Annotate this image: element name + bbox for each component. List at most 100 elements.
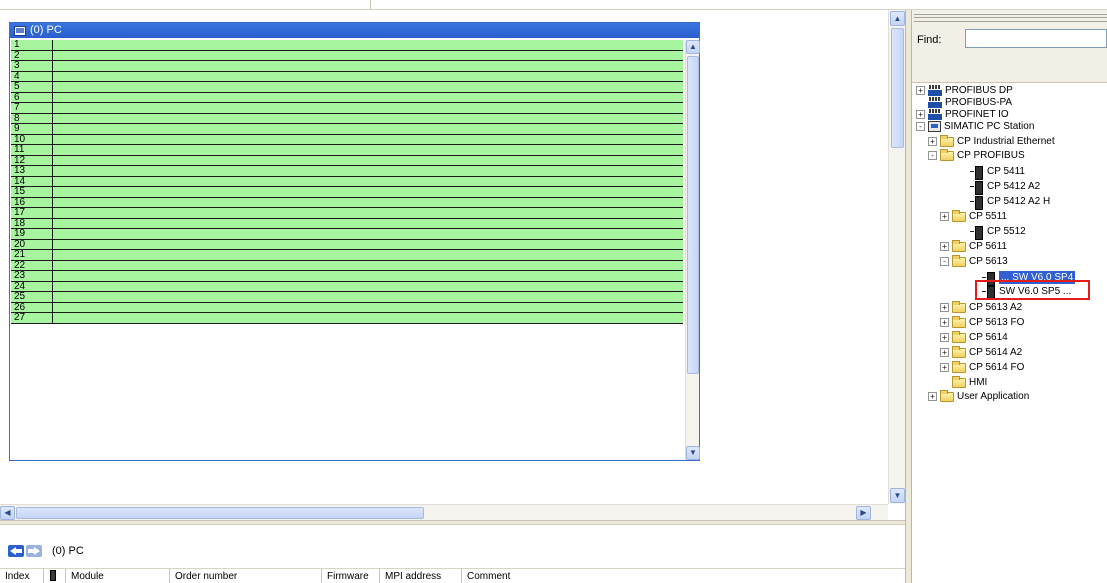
- expand-icon[interactable]: +: [916, 110, 925, 119]
- column-header-module[interactable]: Module: [66, 569, 170, 583]
- rack-slot-row[interactable]: 27: [11, 313, 683, 324]
- collapse-icon[interactable]: -: [928, 151, 937, 160]
- canvas-hscroll-thumb[interactable]: [16, 507, 424, 519]
- rack-slot-row[interactable]: 21: [11, 250, 683, 261]
- rack-slot-row[interactable]: 22: [11, 260, 683, 271]
- rack-slot-row[interactable]: 24: [11, 281, 683, 292]
- rack-slot-row[interactable]: 1: [11, 40, 683, 51]
- rack-slot-cell[interactable]: [53, 92, 683, 102]
- rack-slot-row[interactable]: 9: [11, 124, 683, 135]
- canvas-vertical-scrollbar[interactable]: ▲ ▼: [888, 10, 905, 504]
- catalog-tree-item[interactable]: + CP Industrial Ethernet: [928, 134, 1055, 148]
- canvas-vscroll-thumb[interactable]: [891, 28, 904, 148]
- station-window[interactable]: (0) PC 1 2 3 4 5 6 7 8 9 10 11 12 13 14 15 16 17 18 19 20 21…: [9, 22, 700, 461]
- collapse-icon[interactable]: -: [916, 122, 925, 131]
- catalog-tree-item[interactable]: + CP 5614: [940, 330, 1008, 344]
- catalog-tree-item[interactable]: + CP 5614 A2: [940, 345, 1022, 359]
- station-window-titlebar[interactable]: (0) PC: [10, 23, 699, 38]
- rack-slot-cell[interactable]: [53, 40, 683, 50]
- rack-slot-row[interactable]: 4: [11, 71, 683, 82]
- forward-arrow-icon[interactable]: [26, 545, 42, 557]
- rack-slot-row[interactable]: 20: [11, 239, 683, 250]
- rack-slot-cell[interactable]: [53, 124, 683, 134]
- catalog-tree[interactable]: + PROFIBUS DP PROFIBUS-PA + PROFINET IO - SIMA…: [912, 84, 1107, 583]
- catalog-tree-item[interactable]: - CP 5613: [940, 254, 1008, 268]
- expand-icon[interactable]: +: [940, 212, 949, 221]
- rack-scroll-thumb[interactable]: [687, 56, 699, 374]
- expand-icon[interactable]: +: [916, 86, 925, 95]
- catalog-tree-item[interactable]: + CP 5613 A2: [940, 300, 1022, 314]
- rack-slot-cell[interactable]: [53, 113, 683, 123]
- column-header-index[interactable]: Index: [0, 569, 44, 583]
- collapse-icon[interactable]: -: [940, 257, 949, 266]
- rack-slot-row[interactable]: 11: [11, 145, 683, 156]
- back-arrow-icon[interactable]: [8, 545, 24, 557]
- catalog-tree-item[interactable]: - SIMATIC PC Station: [916, 120, 1034, 133]
- rack-slot-cell[interactable]: [53, 302, 683, 312]
- scroll-up-icon[interactable]: ▲: [686, 40, 700, 54]
- rack-slot-row[interactable]: 16: [11, 197, 683, 208]
- rack-slot-row[interactable]: 19: [11, 229, 683, 240]
- rack-slot-cell[interactable]: [53, 229, 683, 239]
- rack-slot-cell[interactable]: [53, 176, 683, 186]
- rack-slot-cell[interactable]: [53, 250, 683, 260]
- rack-slot-cell[interactable]: [53, 61, 683, 71]
- expand-icon[interactable]: +: [940, 318, 949, 327]
- catalog-tree-item[interactable]: + CP 5614 FO: [940, 360, 1024, 374]
- catalog-tree-item[interactable]: + CP 5611: [940, 239, 1007, 253]
- expand-icon[interactable]: +: [928, 392, 937, 401]
- column-header-order-number[interactable]: Order number: [170, 569, 322, 583]
- station-canvas[interactable]: (0) PC 1 2 3 4 5 6 7 8 9 10 11 12 13 14 15 16 17 18 19 20 21…: [0, 10, 888, 504]
- catalog-tree-item[interactable]: + CP 5613 FO: [940, 315, 1024, 329]
- catalog-tree-item[interactable]: - CP PROFIBUS: [928, 148, 1025, 162]
- rack-slot-row[interactable]: 23: [11, 271, 683, 282]
- rack-slot-row[interactable]: 25: [11, 292, 683, 303]
- expand-icon[interactable]: +: [940, 242, 949, 251]
- rack-slot-row[interactable]: 5: [11, 82, 683, 93]
- rack-slot-row[interactable]: 2: [11, 50, 683, 61]
- catalog-tree-item[interactable]: + CP 5511: [940, 209, 1007, 223]
- rack-slot-cell[interactable]: [53, 218, 683, 228]
- expand-icon[interactable]: +: [940, 303, 949, 312]
- rack-slot-cell[interactable]: [53, 187, 683, 197]
- expand-icon[interactable]: +: [940, 333, 949, 342]
- canvas-horizontal-scrollbar[interactable]: ◀ ▶: [0, 504, 888, 520]
- catalog-tree-item[interactable]: CP 5412 A2: [958, 180, 1040, 195]
- rack-slot-cell[interactable]: [53, 313, 683, 323]
- rack-slot-row[interactable]: 8: [11, 113, 683, 124]
- column-header-comment[interactable]: Comment: [462, 569, 905, 583]
- rack-slot-cell[interactable]: [53, 166, 683, 176]
- rack-slot-cell[interactable]: [53, 134, 683, 144]
- scroll-down-icon[interactable]: ▼: [686, 446, 700, 460]
- rack-slot-row[interactable]: 10: [11, 134, 683, 145]
- rack-slot-cell[interactable]: [53, 82, 683, 92]
- rack-slot-table[interactable]: 1 2 3 4 5 6 7 8 9 10 11 12 13 14 15 16 17 18 19 20 21 22 23 24 2…: [11, 40, 683, 460]
- rack-slot-cell[interactable]: [53, 155, 683, 165]
- rack-slot-row[interactable]: 13: [11, 166, 683, 177]
- rack-slot-row[interactable]: 3: [11, 61, 683, 72]
- rack-vertical-scrollbar[interactable]: ▲ ▼: [685, 40, 700, 460]
- rack-slot-cell[interactable]: [53, 145, 683, 155]
- rack-slot-cell[interactable]: [53, 292, 683, 302]
- column-header-mpi-address[interactable]: MPI address: [380, 569, 462, 583]
- catalog-splitter[interactable]: [905, 10, 912, 583]
- catalog-tree-item[interactable]: CP 5411: [958, 165, 1025, 180]
- expand-icon[interactable]: +: [940, 348, 949, 357]
- canvas-scroll-left-icon[interactable]: ◀: [0, 506, 15, 520]
- rack-slot-cell[interactable]: [53, 208, 683, 218]
- rack-slot-row[interactable]: 15: [11, 187, 683, 198]
- canvas-scroll-right-icon[interactable]: ▶: [856, 506, 871, 520]
- rack-slot-row[interactable]: 18: [11, 218, 683, 229]
- find-input[interactable]: [965, 29, 1107, 48]
- rack-slot-row[interactable]: 6: [11, 92, 683, 103]
- canvas-scroll-down-icon[interactable]: ▼: [890, 488, 905, 503]
- rack-slot-cell[interactable]: [53, 271, 683, 281]
- detail-panel-splitter[interactable]: [0, 521, 905, 525]
- rack-slot-cell[interactable]: [53, 260, 683, 270]
- expand-icon[interactable]: +: [940, 363, 949, 372]
- rack-slot-row[interactable]: 26: [11, 302, 683, 313]
- rack-slot-cell[interactable]: [53, 71, 683, 81]
- rack-slot-cell[interactable]: [53, 103, 683, 113]
- rack-slot-cell[interactable]: [53, 197, 683, 207]
- catalog-tree-item[interactable]: CP 5412 A2 H: [958, 195, 1050, 210]
